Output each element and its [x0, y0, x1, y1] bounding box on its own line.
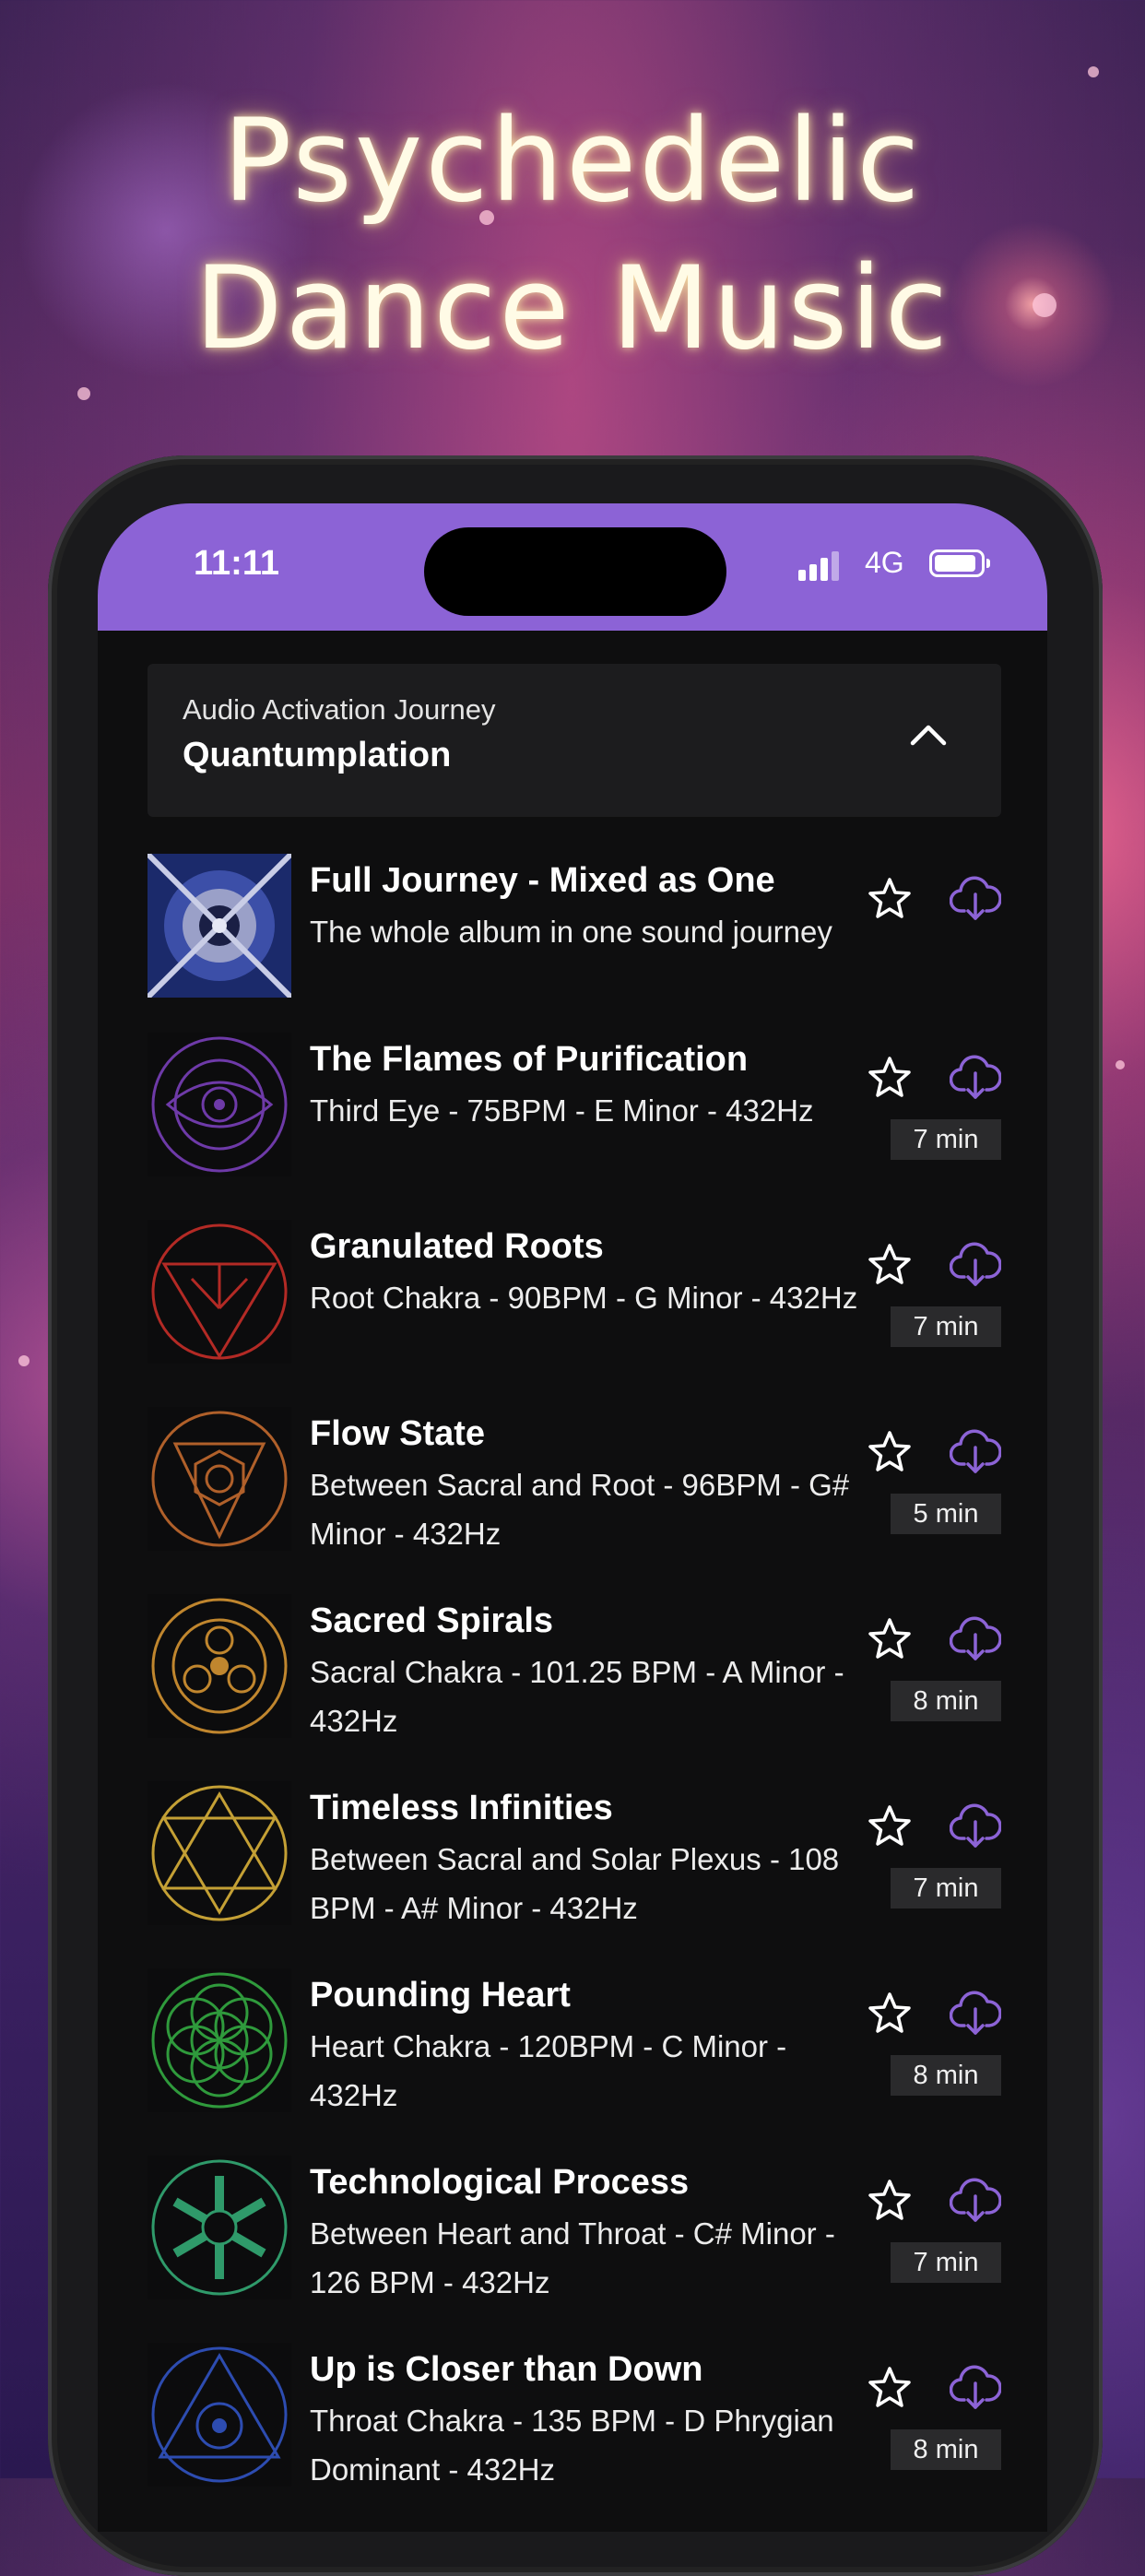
track-title: Full Journey - Mixed as One	[310, 861, 775, 900]
root-chakra-symbol-icon	[148, 1220, 291, 1364]
track-title: Technological Process	[310, 2163, 690, 2202]
promo-headline: Psychedelic Dance Music	[0, 88, 1145, 383]
star-icon[interactable]	[867, 2178, 913, 2224]
track-description: Between Heart and Throat - C# Minor - 12…	[310, 2216, 835, 2299]
track-title: Timeless Infinities	[310, 1789, 613, 1827]
track-row[interactable]: The Flames of Purification Third Eye - 75…	[148, 1033, 1002, 1208]
track-description: Sacral Chakra - 101.25 BPM - A Minor - 4…	[310, 1655, 844, 1738]
network-type: 4G	[865, 546, 904, 579]
download-cloud-icon[interactable]	[949, 1989, 1002, 2038]
status-bar: 11:11 4G	[98, 503, 1047, 631]
track-title: Granulated Roots	[310, 1227, 604, 1266]
track-description: Root Chakra - 90BPM - G Minor - 432Hz	[310, 1281, 858, 1315]
solar-plexus-symbol-icon	[148, 1781, 291, 1925]
chevron-up-icon[interactable]	[909, 721, 948, 749]
bokeh-sparkle	[1115, 1060, 1125, 1069]
signal-icon	[798, 551, 839, 581]
track-row[interactable]: Flow State Between Sacral and Root - 96BP…	[148, 1407, 1002, 1582]
download-cloud-icon[interactable]	[949, 1427, 1002, 1477]
track-row[interactable]: Up is Closer than Down Throat Chakra - 13…	[148, 2343, 1002, 2518]
star-icon[interactable]	[867, 1429, 913, 1475]
bokeh-sparkle	[77, 387, 90, 400]
mandala-photo-art-icon	[148, 854, 291, 998]
duration-badge: 7 min	[891, 1868, 1001, 1908]
track-row[interactable]: Sacred Spirals Sacral Chakra - 101.25 BPM…	[148, 1594, 1002, 1769]
heart-chakra-symbol-icon	[148, 1968, 291, 2112]
track-title: Up is Closer than Down	[310, 2350, 703, 2389]
journey-header[interactable]: Audio Activation Journey Quantumplation	[148, 664, 1001, 817]
track-description: Throat Chakra - 135 BPM - D Phrygian Dom…	[310, 2404, 834, 2487]
track-title: Sacred Spirals	[310, 1601, 554, 1640]
track-title: Flow State	[310, 1414, 486, 1453]
track-row[interactable]: Pounding Heart Heart Chakra - 120BPM - C …	[148, 1968, 1002, 2144]
track-description: Between Sacral and Solar Plexus - 108 BP…	[310, 1842, 840, 1925]
duration-badge: 7 min	[891, 2242, 1001, 2283]
duration-badge: 5 min	[891, 1494, 1001, 1534]
download-cloud-icon[interactable]	[949, 874, 1002, 924]
journey-label: Audio Activation Journey	[183, 693, 496, 726]
duration-badge: 8 min	[891, 2055, 1001, 2096]
duration-badge: 7 min	[891, 1306, 1001, 1347]
duration-badge: 7 min	[891, 1119, 1001, 1160]
download-cloud-icon[interactable]	[949, 1240, 1002, 1290]
download-cloud-icon[interactable]	[949, 2176, 1002, 2226]
promo-headline-line1: Psychedelic	[222, 95, 923, 228]
battery-icon	[929, 549, 990, 577]
duration-badge: 8 min	[891, 1681, 1001, 1721]
sacral-chakra-symbol-icon	[148, 1594, 291, 1738]
star-icon[interactable]	[867, 1991, 913, 2037]
download-cloud-icon[interactable]	[949, 1614, 1002, 1664]
duration-badge: 8 min	[891, 2429, 1001, 2470]
promo-headline-line2: Dance Music	[195, 242, 950, 375]
throat-chakra-symbol-icon	[148, 2343, 291, 2487]
star-icon[interactable]	[867, 1616, 913, 1662]
third-eye-symbol-icon	[148, 1033, 291, 1176]
track-row[interactable]: Full Journey - Mixed as One The whole alb…	[148, 854, 1002, 1029]
download-cloud-icon[interactable]	[949, 1802, 1002, 1851]
track-description: Third Eye - 75BPM - E Minor - 432Hz	[310, 1093, 814, 1128]
track-description: Heart Chakra - 120BPM - C Minor - 432Hz	[310, 2029, 787, 2112]
track-title: The Flames of Purification	[310, 1040, 749, 1079]
status-time: 11:11	[194, 544, 279, 583]
dynamic-island	[424, 527, 726, 616]
download-cloud-icon[interactable]	[949, 1053, 1002, 1103]
track-row[interactable]: Granulated Roots Root Chakra - 90BPM - G …	[148, 1220, 1002, 1395]
flow-state-symbol-icon	[148, 1407, 291, 1551]
journey-title: Quantumplation	[183, 736, 452, 774]
star-icon[interactable]	[867, 876, 913, 922]
star-icon[interactable]	[867, 1242, 913, 1288]
star-icon[interactable]	[867, 1803, 913, 1849]
bokeh-sparkle	[1088, 66, 1099, 77]
star-icon[interactable]	[867, 2365, 913, 2411]
bokeh-sparkle	[18, 1355, 30, 1366]
track-row[interactable]: Technological Process Between Heart and T…	[148, 2156, 1002, 2331]
download-cloud-icon[interactable]	[949, 2363, 1002, 2413]
track-description: The whole album in one sound journey	[310, 915, 832, 949]
track-row[interactable]: Timeless Infinities Between Sacral and So…	[148, 1781, 1002, 1956]
app-screen: 11:11 4G Audio Activation Journey Quantu…	[98, 503, 1047, 2532]
track-title: Pounding Heart	[310, 1976, 571, 2015]
star-icon[interactable]	[867, 1055, 913, 1101]
track-description: Between Sacral and Root - 96BPM - G# Min…	[310, 1468, 850, 1551]
throat-heart-symbol-icon	[148, 2156, 291, 2299]
